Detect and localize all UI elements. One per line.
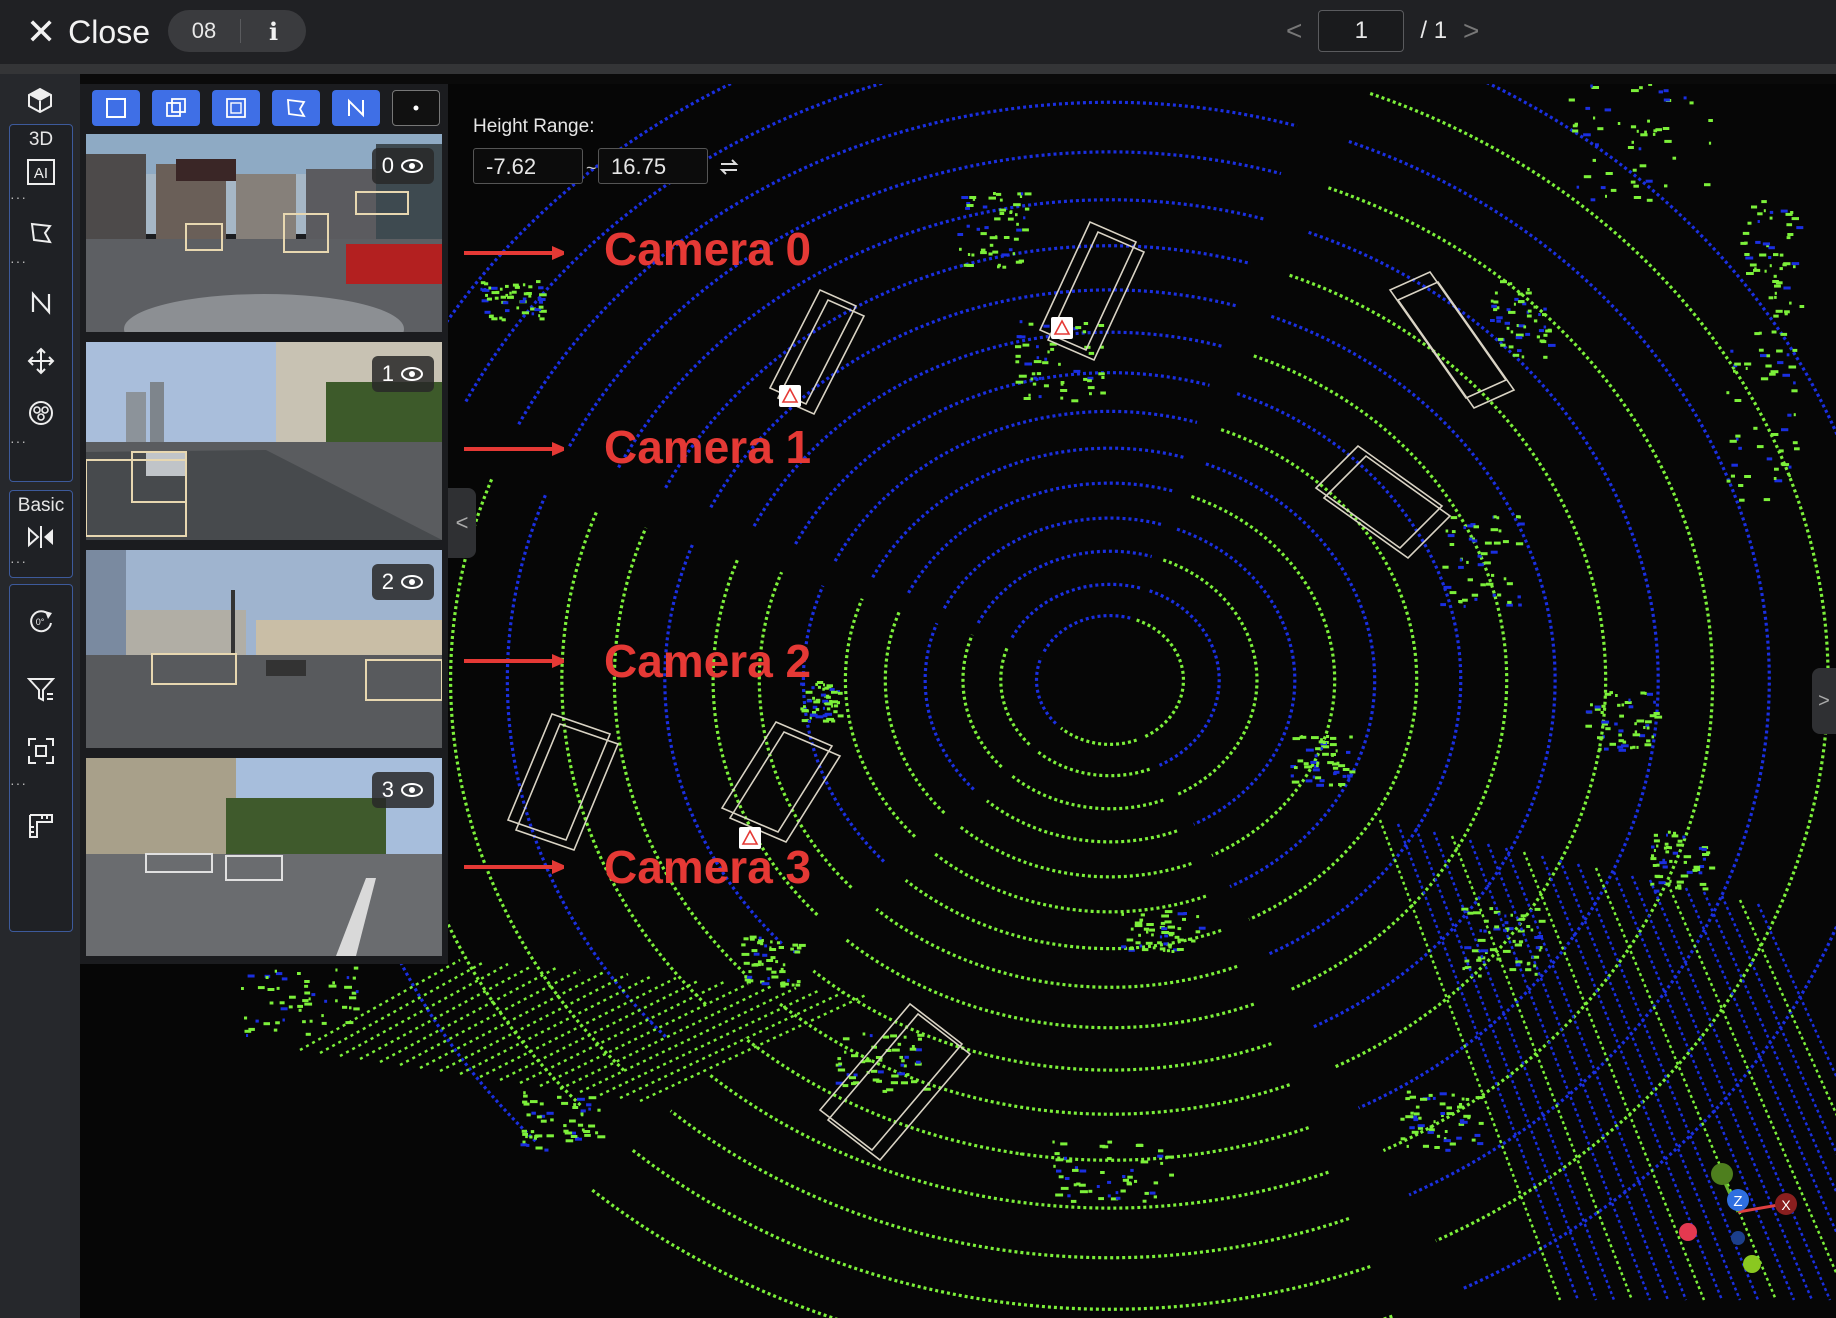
eye-icon [401, 575, 423, 589]
more-icon[interactable]: ··· [10, 776, 72, 790]
eye-icon [401, 159, 423, 173]
annotation-arrow [464, 246, 564, 260]
section-basic-label: Basic [17, 495, 65, 516]
close-button[interactable]: ✕ Close [26, 12, 150, 52]
tool-group-misc: 0° ··· [9, 584, 73, 932]
filter-icon[interactable] [10, 657, 72, 723]
frame-indicator: 08 i [168, 10, 306, 52]
annotation-arrow [464, 860, 564, 874]
polyline-icon[interactable] [10, 273, 72, 333]
close-label: Close [68, 13, 150, 50]
polygon-icon[interactable] [272, 90, 320, 126]
cube-icon[interactable] [9, 84, 71, 116]
frame-number: 08 [168, 19, 241, 43]
section-3d-label: 3D [28, 129, 54, 150]
swap-icon[interactable] [718, 156, 740, 178]
pager: < 1 / 1 > [1286, 10, 1479, 52]
warning-icon[interactable] [779, 385, 801, 407]
expand-right-panel-button[interactable]: > [1812, 668, 1836, 734]
camera-badge[interactable]: 2 [371, 564, 434, 600]
next-page-icon[interactable]: > [1463, 15, 1479, 47]
page-total: / 1 [1420, 17, 1448, 44]
camera-3-label: Camera 3 [604, 841, 812, 893]
camera-badge[interactable]: 3 [371, 772, 434, 808]
rotate-icon[interactable]: 0° [10, 585, 72, 657]
camera-index: 3 [381, 777, 394, 802]
annotation-arrow [464, 654, 564, 668]
info-icon[interactable]: i [241, 17, 306, 46]
height-range-separator: ~ [586, 158, 597, 178]
camera-index: 1 [381, 361, 394, 386]
tool-group-3d: 3D AI ··· ··· ··· [9, 124, 73, 482]
projection-tools [92, 90, 440, 126]
more-icon[interactable]: ··· [10, 554, 72, 568]
height-min-input[interactable]: -7.62 [473, 148, 583, 184]
cube-box-icon[interactable] [152, 90, 200, 126]
camera-image-panel: 0 1 2 3 [80, 84, 448, 964]
left-toolbar: 3D AI ··· ··· ··· Basic ··· 0° ··· [0, 74, 80, 1318]
height-max-input[interactable]: 16.75 [598, 148, 708, 184]
camera-view-2[interactable]: 2 [86, 550, 442, 748]
cuboid-icon[interactable] [212, 90, 260, 126]
camera-2-label: Camera 2 [604, 635, 812, 687]
focus-icon[interactable] [10, 723, 72, 779]
more-icon[interactable]: ··· [10, 254, 72, 268]
more-icon[interactable]: ··· [10, 434, 72, 448]
camera-index: 0 [381, 153, 394, 178]
collapse-panel-button[interactable]: < [448, 488, 476, 558]
camera-1-label: Camera 1 [604, 421, 812, 473]
ruler-icon[interactable] [10, 789, 72, 863]
svg-text:0°: 0° [36, 617, 45, 627]
camera-badge[interactable]: 1 [371, 356, 434, 392]
annotation-arrow [464, 442, 564, 456]
svg-text:AI: AI [34, 165, 48, 182]
rect-box-icon[interactable] [92, 90, 140, 126]
mirror-icon[interactable] [10, 517, 72, 557]
prev-page-icon[interactable]: < [1286, 15, 1302, 47]
close-x-icon: ✕ [26, 11, 57, 52]
camera-view-3[interactable]: 3 [86, 758, 442, 956]
camera-view-0[interactable]: 0 [86, 134, 442, 332]
model-icon[interactable] [10, 389, 72, 437]
more-icon[interactable]: ··· [10, 190, 72, 204]
camera-badge[interactable]: 0 [371, 148, 434, 184]
page-input[interactable]: 1 [1318, 10, 1405, 52]
eye-icon [401, 783, 423, 797]
polyline-icon[interactable] [332, 90, 380, 126]
top-bar: ✕ Close 08 i < 1 / 1 > [0, 0, 1836, 74]
tool-group-basic: Basic ··· [9, 490, 73, 578]
svg-text:Z: Z [1733, 1193, 1742, 1210]
ai-icon[interactable]: AI [10, 151, 72, 193]
svg-text:X: X [1781, 1197, 1791, 1213]
camera-index: 2 [381, 569, 394, 594]
camera-0-label: Camera 0 [604, 223, 812, 275]
eye-icon [401, 367, 423, 381]
point-icon[interactable] [392, 90, 440, 126]
move-icon[interactable] [10, 333, 72, 389]
camera-view-1[interactable]: 1 [86, 342, 442, 540]
polygon-icon[interactable] [10, 209, 72, 257]
height-range-label: Height Range: [473, 116, 595, 137]
warning-icon[interactable] [1051, 317, 1073, 339]
